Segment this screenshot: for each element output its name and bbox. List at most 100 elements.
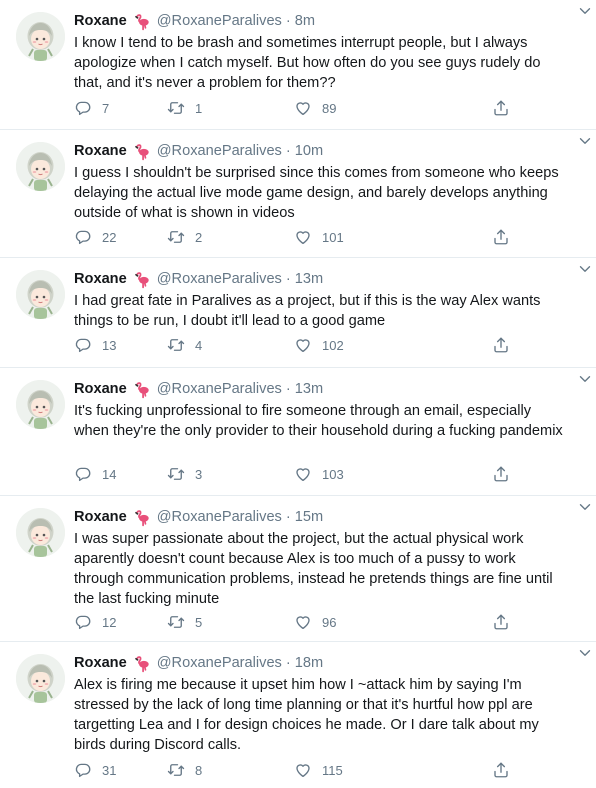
avatar[interactable] — [16, 654, 65, 703]
like-count: 101 — [322, 229, 344, 245]
retweet-button[interactable]: 3 — [167, 465, 294, 483]
more-options-chevron-icon[interactable] — [576, 498, 594, 516]
separator-dot: · — [285, 655, 291, 671]
user-handle[interactable]: @RoxaneParalives — [157, 271, 282, 287]
reply-button[interactable]: 14 — [74, 465, 167, 483]
reply-count: 13 — [102, 337, 117, 353]
display-name[interactable]: Roxane — [74, 271, 127, 287]
flamingo-emoji-icon — [132, 380, 151, 399]
reply-button[interactable]: 31 — [74, 761, 167, 779]
like-button[interactable]: 103 — [294, 465, 430, 483]
tweet-text: Alex is firing me because it upset him h… — [74, 677, 539, 753]
tweet-text: It's fucking unprofessional to fire some… — [74, 403, 563, 439]
user-handle[interactable]: @RoxaneParalives — [157, 143, 282, 159]
retweet-icon — [167, 228, 185, 246]
retweet-button[interactable]: 5 — [167, 613, 294, 631]
flamingo-emoji-icon — [132, 12, 151, 31]
tweet-timestamp[interactable]: 10m — [295, 143, 323, 159]
like-count: 103 — [322, 466, 344, 482]
heart-icon — [294, 465, 312, 483]
display-name[interactable]: Roxane — [74, 655, 127, 671]
share-button[interactable] — [430, 465, 510, 483]
more-options-chevron-icon[interactable] — [576, 2, 594, 20]
separator-dot: · — [285, 143, 291, 159]
reply-button[interactable]: 13 — [74, 336, 167, 354]
retweet-icon — [167, 613, 185, 631]
retweet-count: 4 — [195, 337, 203, 353]
user-handle[interactable]: @RoxaneParalives — [157, 381, 282, 397]
retweet-icon — [167, 465, 185, 483]
like-button[interactable]: 115 — [294, 761, 430, 779]
flamingo-emoji-icon — [132, 270, 151, 289]
more-options-chevron-icon[interactable] — [576, 644, 594, 662]
avatar[interactable] — [16, 380, 65, 429]
retweet-button[interactable]: 4 — [167, 336, 294, 354]
tweet-timestamp[interactable]: 13m — [295, 271, 323, 287]
tweet[interactable]: Roxane @RoxaneParalives · 10m I guess I … — [0, 130, 596, 258]
reply-count: 22 — [102, 229, 117, 245]
share-button[interactable] — [430, 613, 510, 631]
display-name[interactable]: Roxane — [74, 381, 127, 397]
share-button[interactable] — [430, 336, 510, 354]
like-button[interactable]: 89 — [294, 99, 430, 117]
tweet-timestamp[interactable]: 18m — [295, 655, 323, 671]
like-button[interactable]: 102 — [294, 336, 430, 354]
reply-icon — [74, 613, 92, 631]
tweet-text: I guess I shouldn't be surprised since t… — [74, 165, 559, 221]
share-button[interactable] — [430, 228, 510, 246]
tweet-timeline: Roxane @RoxaneParalives · 8m I know I te… — [0, 0, 596, 788]
share-icon — [492, 465, 510, 483]
heart-icon — [294, 761, 312, 779]
retweet-button[interactable]: 2 — [167, 228, 294, 246]
separator-dot: · — [285, 271, 291, 287]
avatar[interactable] — [16, 12, 65, 61]
tweet-timestamp[interactable]: 15m — [295, 509, 323, 525]
avatar[interactable] — [16, 508, 65, 557]
tweet[interactable]: Roxane @RoxaneParalives · 15m I was supe… — [0, 496, 596, 642]
display-name[interactable]: Roxane — [74, 143, 127, 159]
more-options-chevron-icon[interactable] — [576, 260, 594, 278]
retweet-count: 5 — [195, 614, 203, 630]
separator-dot: · — [285, 509, 291, 525]
heart-icon — [294, 99, 312, 117]
like-button[interactable]: 101 — [294, 228, 430, 246]
tweet[interactable]: Roxane @RoxaneParalives · 8m I know I te… — [0, 0, 596, 130]
reply-icon — [74, 336, 92, 354]
tweet-timestamp[interactable]: 13m — [295, 381, 323, 397]
like-count: 115 — [322, 762, 343, 778]
retweet-button[interactable]: 8 — [167, 761, 294, 779]
reply-button[interactable]: 12 — [74, 613, 167, 631]
user-handle[interactable]: @RoxaneParalives — [157, 509, 282, 525]
share-button[interactable] — [430, 761, 510, 779]
reply-button[interactable]: 7 — [74, 99, 167, 117]
more-options-chevron-icon[interactable] — [576, 132, 594, 150]
tweet[interactable]: Roxane @RoxaneParalives · 13m It's fucki… — [0, 368, 596, 496]
tweet-text: I know I tend to be brash and sometimes … — [74, 35, 541, 91]
separator-dot: · — [285, 13, 291, 29]
reply-icon — [74, 465, 92, 483]
avatar[interactable] — [16, 142, 65, 191]
tweet-timestamp[interactable]: 8m — [295, 13, 315, 29]
avatar[interactable] — [16, 270, 65, 319]
reply-button[interactable]: 22 — [74, 228, 167, 246]
reply-count: 14 — [102, 466, 117, 482]
retweet-count: 2 — [195, 229, 203, 245]
reply-count: 31 — [102, 762, 117, 778]
share-icon — [492, 336, 510, 354]
flamingo-emoji-icon — [132, 508, 151, 527]
retweet-icon — [167, 336, 185, 354]
display-name[interactable]: Roxane — [74, 13, 127, 29]
flamingo-emoji-icon — [132, 142, 151, 161]
like-button[interactable]: 96 — [294, 613, 430, 631]
display-name[interactable]: Roxane — [74, 509, 127, 525]
retweet-button[interactable]: 1 — [167, 99, 294, 117]
retweet-icon — [167, 99, 185, 117]
tweet[interactable]: Roxane @RoxaneParalives · 13m I had grea… — [0, 258, 596, 368]
share-button[interactable] — [430, 99, 510, 117]
tweet[interactable]: Roxane @RoxaneParalives · 18m Alex is fi… — [0, 642, 596, 788]
user-handle[interactable]: @RoxaneParalives — [157, 13, 282, 29]
share-icon — [492, 99, 510, 117]
user-handle[interactable]: @RoxaneParalives — [157, 655, 282, 671]
more-options-chevron-icon[interactable] — [576, 370, 594, 388]
flamingo-emoji-icon — [132, 654, 151, 673]
